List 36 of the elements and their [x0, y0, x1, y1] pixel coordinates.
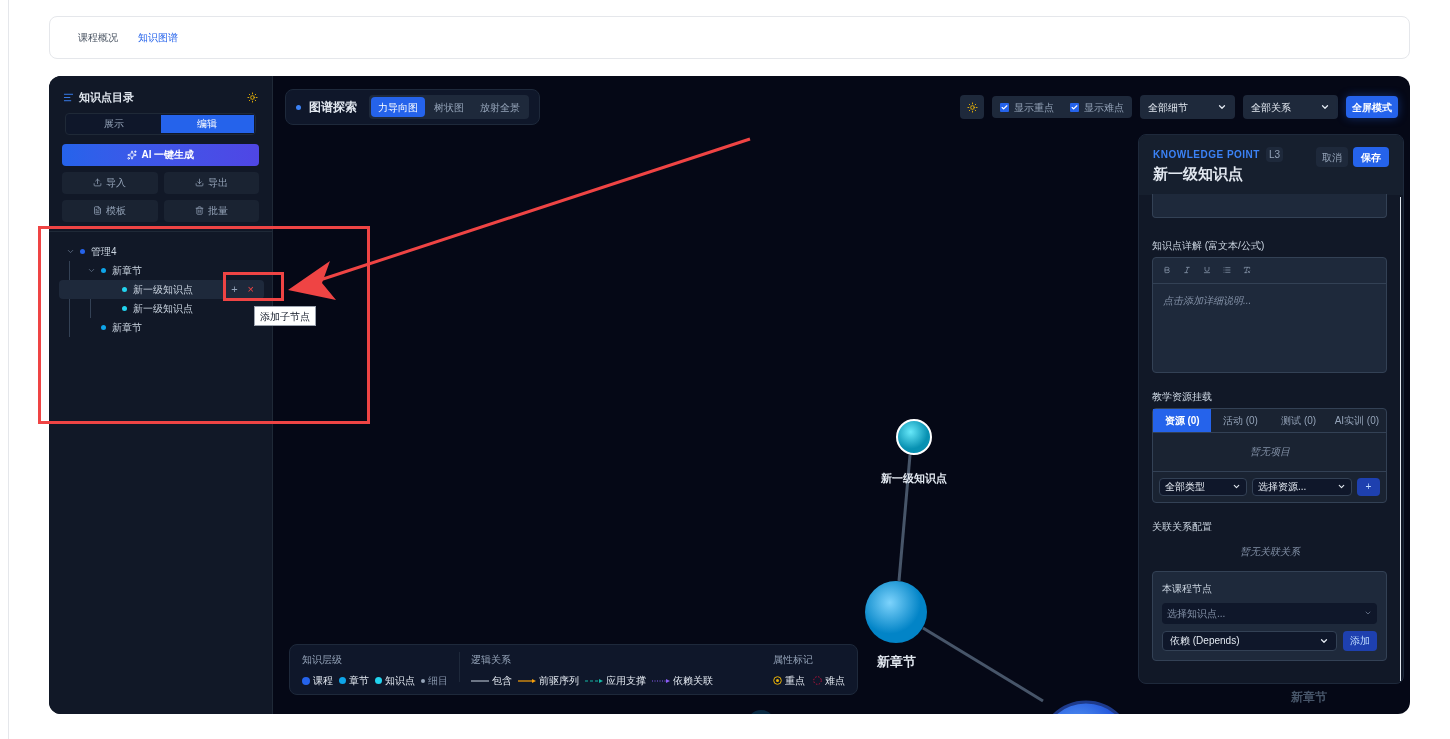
legend-heading: 知识层级: [302, 653, 343, 667]
node-label: 新章节: [1291, 689, 1327, 706]
legend-label: 依赖关联: [673, 674, 713, 688]
field-label: 关联关系配置: [1152, 519, 1213, 534]
legend-label: 知识点: [385, 674, 415, 688]
card-title: 本课程节点: [1162, 581, 1213, 596]
level-tag: L3: [1265, 147, 1284, 162]
toolbar-title: 图谱探索: [309, 99, 357, 116]
legend-heading: 逻辑关系: [471, 653, 512, 667]
legend-label: 课程: [313, 674, 333, 688]
editor-title: 新一级知识点: [1153, 164, 1244, 184]
empty-text: 暂无关联关系: [1238, 544, 1302, 559]
tree-label: 新一级知识点: [133, 282, 193, 297]
tree-label: 管理4: [91, 244, 117, 259]
legend-label: 细目: [428, 674, 448, 688]
legend-label: 包含: [492, 674, 512, 688]
legend-label: 前驱序列: [539, 674, 579, 688]
tree-label: 新一级知识点: [133, 301, 193, 316]
tree-label: 新章节: [112, 320, 142, 335]
eyebrow-label: KNOWLEDGE POINT: [1153, 148, 1260, 162]
node-label: 新章节: [876, 653, 916, 671]
tree-label: 新章节: [112, 263, 142, 278]
checkbox-label: 显示重点: [1014, 100, 1054, 115]
sidebar-title: 知识点目录: [79, 90, 134, 105]
editor-placeholder: 点击添加详细说明...: [1162, 293, 1253, 308]
legend-label: 章节: [349, 674, 369, 688]
legend-label: 应用支撑: [606, 674, 646, 688]
empty-text: 暂无项目: [1153, 431, 1386, 472]
checkbox-label: 显示难点: [1084, 100, 1124, 115]
legend-label: 重点: [785, 674, 805, 688]
tooltip: 添加子节点: [254, 306, 316, 326]
legend-label: 难点: [825, 674, 845, 688]
field-label: 教学资源挂载: [1152, 389, 1213, 404]
node-label: 新一级知识点: [881, 471, 947, 486]
legend-heading: 属性标记: [773, 653, 814, 667]
field-label: 知识点详解 (富文本/公式): [1152, 238, 1266, 253]
